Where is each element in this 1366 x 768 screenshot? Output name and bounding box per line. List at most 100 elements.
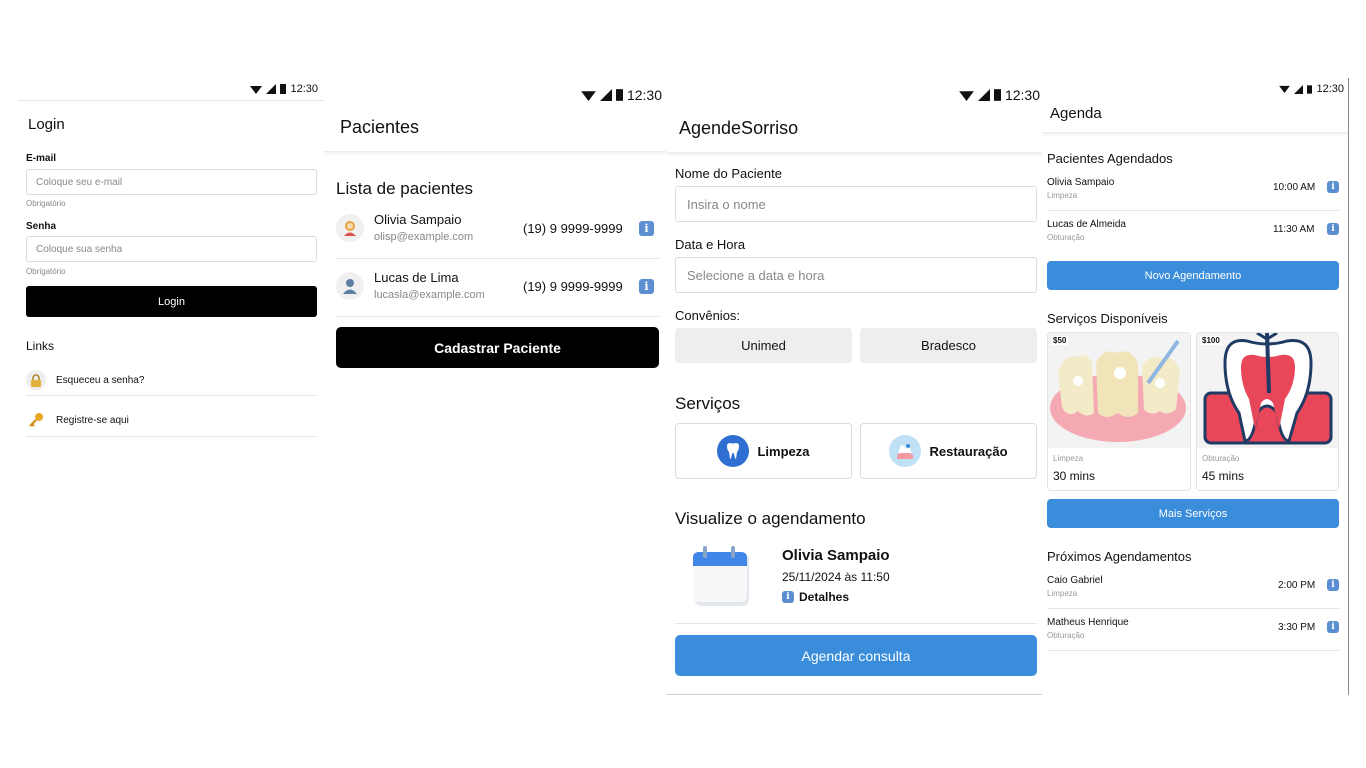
insurance-option-bradesco[interactable]: Bradesco bbox=[860, 328, 1037, 363]
password-field[interactable]: Coloque sua senha bbox=[26, 236, 317, 262]
patient-name: Lucas de Lima bbox=[374, 270, 459, 285]
upcoming-time: 3:30 PM bbox=[1278, 622, 1316, 633]
status-time: 12:30 bbox=[1004, 87, 1040, 103]
link-register-label: Registre-se aqui bbox=[56, 414, 129, 426]
preview-divider bbox=[675, 623, 1037, 624]
avatar bbox=[336, 214, 364, 242]
upcoming-name: Matheus Henrique bbox=[1047, 617, 1129, 628]
status-time: 12:30 bbox=[1316, 83, 1344, 95]
links-title: Links bbox=[26, 339, 55, 353]
services-title: Serviços bbox=[675, 394, 741, 413]
scheduled-row[interactable]: Olivia Sampaio Limpeza 10:00 AM i bbox=[1047, 174, 1339, 210]
page-title: AgendeSorriso bbox=[679, 118, 799, 138]
login-screen: 12:30 Login E-mail Coloque seu e-mail Ob… bbox=[18, 78, 324, 695]
wifi-icon bbox=[581, 90, 596, 101]
lock-icon bbox=[26, 370, 46, 390]
battery-icon bbox=[993, 89, 1001, 101]
signal-icon bbox=[266, 84, 277, 94]
info-icon: i bbox=[782, 591, 794, 603]
status-bar: 12:30 bbox=[666, 84, 1042, 106]
battery-icon bbox=[615, 89, 623, 101]
scheduled-time: 11:30 AM bbox=[1273, 224, 1315, 235]
patient-phone: (19) 9 9999-9999 bbox=[523, 221, 623, 236]
password-label: Senha bbox=[26, 221, 57, 232]
patient-name-label: Nome do Paciente bbox=[675, 166, 782, 181]
link-divider bbox=[26, 436, 317, 437]
login-button[interactable]: Login bbox=[26, 286, 317, 317]
link-divider bbox=[26, 395, 317, 396]
agenda-screen: 12:30 Agenda Pacientes Agendados Olivia … bbox=[1042, 78, 1349, 695]
service-card-restauracao[interactable]: Restauração bbox=[860, 423, 1037, 479]
battery-icon bbox=[1307, 84, 1313, 94]
tooth-icon bbox=[717, 435, 750, 467]
service-card-limpeza[interactable]: Limpeza bbox=[675, 423, 852, 479]
patient-row[interactable]: Olivia Sampaio olisp@example.com (19) 9 … bbox=[336, 206, 659, 258]
preview-details-link[interactable]: i Detalhes bbox=[782, 590, 849, 604]
battery-icon bbox=[280, 84, 287, 94]
patient-name-field[interactable]: Insira o nome bbox=[675, 186, 1037, 222]
submit-label: Agendar consulta bbox=[801, 647, 911, 664]
info-icon[interactable]: i bbox=[1327, 181, 1339, 193]
link-register[interactable]: Registre-se aqui bbox=[26, 404, 317, 436]
patient-name: Olivia Sampaio bbox=[374, 212, 462, 227]
schedule-screen: 12:30 AgendeSorriso Nome do Paciente Ins… bbox=[666, 78, 1042, 695]
root-canal-illustration bbox=[1197, 333, 1338, 448]
details-label: Detalhes bbox=[799, 590, 850, 604]
bottom-divider bbox=[666, 694, 1042, 695]
info-icon[interactable]: i bbox=[1327, 621, 1339, 633]
wifi-icon bbox=[250, 85, 263, 94]
row-divider bbox=[1047, 650, 1339, 651]
password-hint: Obrigatório bbox=[26, 267, 66, 276]
service-card-limpeza[interactable]: $50 Limpeza 30 mins bbox=[1047, 332, 1191, 491]
link-forgot-password[interactable]: Esqueceu a senha? bbox=[26, 364, 317, 396]
info-icon[interactable]: i bbox=[639, 279, 654, 294]
scheduled-title: Pacientes Agendados bbox=[1047, 151, 1173, 166]
email-field[interactable]: Coloque seu e-mail bbox=[26, 169, 317, 195]
page-title: Login bbox=[28, 116, 65, 133]
register-patient-button[interactable]: Cadastrar Paciente bbox=[336, 327, 659, 368]
email-placeholder: Coloque seu e-mail bbox=[36, 176, 123, 188]
new-appointment-button[interactable]: Novo Agendamento bbox=[1047, 261, 1339, 290]
info-icon[interactable]: i bbox=[639, 221, 654, 236]
preview-patient-name: Olivia Sampaio bbox=[782, 547, 890, 564]
calendar-icon bbox=[691, 546, 753, 608]
insurance-label: Convênios: bbox=[675, 308, 741, 323]
scheduled-row[interactable]: Lucas de Almeida Obturação 11:30 AM i bbox=[1047, 216, 1339, 252]
service-card-obturacao[interactable]: $100 Obturação 45 mins bbox=[1196, 332, 1339, 491]
insurance-option-label: Bradesco bbox=[921, 338, 976, 353]
signal-icon bbox=[1294, 84, 1304, 94]
scheduled-time: 10:00 AM bbox=[1273, 182, 1316, 193]
link-forgot-label: Esqueceu a senha? bbox=[56, 374, 145, 386]
status-bar: 12:30 bbox=[18, 78, 324, 100]
service-name: Limpeza bbox=[1053, 454, 1084, 463]
info-icon[interactable]: i bbox=[1327, 579, 1339, 591]
service-duration: 45 mins bbox=[1202, 469, 1245, 483]
preview-title: Visualize o agendamento bbox=[675, 509, 866, 528]
header-divider bbox=[18, 100, 324, 101]
upcoming-name: Caio Gabriel bbox=[1047, 575, 1103, 586]
scheduled-service: Limpeza bbox=[1047, 191, 1078, 200]
wifi-icon bbox=[959, 90, 974, 101]
insurance-option-unimed[interactable]: Unimed bbox=[675, 328, 852, 363]
datetime-field[interactable]: Selecione a data e hora bbox=[675, 257, 1037, 293]
register-patient-label: Cadastrar Paciente bbox=[434, 339, 561, 356]
info-icon[interactable]: i bbox=[1327, 223, 1339, 235]
upcoming-row[interactable]: Matheus Henrique Obturação 3:30 PM i bbox=[1047, 614, 1339, 650]
page-title: Agenda bbox=[1050, 105, 1102, 122]
new-appointment-label: Novo Agendamento bbox=[1144, 269, 1242, 282]
more-services-button[interactable]: Mais Serviços bbox=[1047, 499, 1339, 528]
status-bar: 12:30 bbox=[324, 84, 666, 106]
teeth-cleaning-illustration bbox=[1048, 333, 1190, 448]
submit-appointment-button[interactable]: Agendar consulta bbox=[675, 635, 1037, 676]
key-icon bbox=[26, 410, 46, 430]
service-price: $50 bbox=[1051, 336, 1069, 345]
upcoming-row[interactable]: Caio Gabriel Limpeza 2:00 PM i bbox=[1047, 572, 1339, 608]
signal-icon bbox=[599, 89, 612, 101]
row-divider bbox=[1047, 608, 1339, 609]
service-duration: 30 mins bbox=[1053, 469, 1096, 483]
patient-row[interactable]: Lucas de Lima lucasla@example.com (19) 9… bbox=[336, 264, 659, 316]
restoration-icon bbox=[889, 435, 922, 467]
datetime-placeholder: Selecione a data e hora bbox=[687, 267, 825, 283]
status-time: 12:30 bbox=[290, 83, 318, 95]
insurance-option-label: Unimed bbox=[741, 338, 786, 353]
